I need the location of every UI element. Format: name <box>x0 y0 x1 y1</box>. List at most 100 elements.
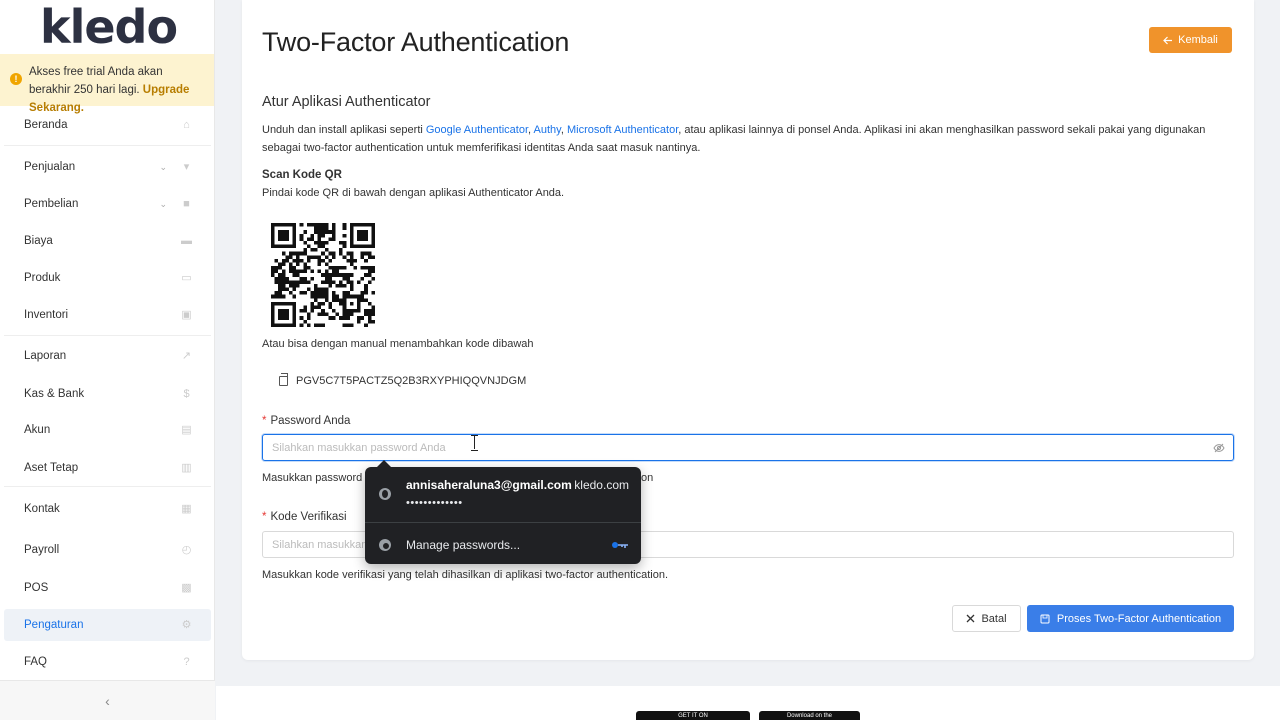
password-label: * Password Anda <box>262 415 350 427</box>
sidebar-item-label: Biaya <box>24 235 53 247</box>
password-input[interactable]: Silahkan masukkan password Anda <box>262 434 1234 461</box>
sidebar-item-payroll[interactable]: Payroll ◴ <box>4 534 211 566</box>
sidebar-item-label: Payroll <box>24 544 60 556</box>
sidebar-item-label: Penjualan <box>24 161 76 173</box>
cancel-button-label: Batal <box>981 612 1007 625</box>
eye-hidden-icon[interactable] <box>1213 442 1225 454</box>
home-icon: ⌂ <box>183 118 190 131</box>
process-2fa-button[interactable]: Proses Two-Factor Authentication <box>1027 605 1234 632</box>
password-autofill-popup: annisaheraluna3@gmail.com kledo.com ••••… <box>365 460 641 564</box>
manage-passwords-link[interactable]: Manage passwords... <box>406 538 520 552</box>
verification-help: Masukkan kode verifikasi yang telah diha… <box>262 569 668 581</box>
sidebar-item-beranda[interactable]: Beranda ⌂ <box>4 109 211 141</box>
masked-password: ••••••••••••• <box>406 497 463 509</box>
desc-text-1: Unduh dan install aplikasi seperti <box>262 124 426 136</box>
saved-credential-option[interactable]: annisaheraluna3@gmail.com kledo.com ••••… <box>365 467 641 522</box>
inventory-icon: ▣ <box>181 308 192 321</box>
authy-link[interactable]: Authy <box>534 124 561 136</box>
kledo-logo[interactable]: kledo <box>0 0 214 54</box>
popup-divider <box>365 522 641 523</box>
password-placeholder: Silahkan masukkan password Anda <box>272 441 446 454</box>
password-help-tail: on <box>641 472 654 484</box>
password-label-text: Password Anda <box>270 415 351 427</box>
sidebar-item-faq[interactable]: FAQ? <box>4 646 211 678</box>
app-store-badge[interactable]: Download on the <box>759 711 860 720</box>
required-mark: * <box>262 415 267 427</box>
chevron-left-icon: ‹ <box>105 692 110 709</box>
account-icon: ▤ <box>181 423 192 436</box>
sidebar-item-kas-bank[interactable]: Kas & Bank $ <box>4 378 211 410</box>
dollar-icon: $ <box>183 387 190 400</box>
close-icon <box>966 614 975 623</box>
cancel-button[interactable]: Batal <box>952 605 1021 632</box>
pos-icon: ▩ <box>181 581 192 594</box>
chevron-down-icon: ⌄ <box>159 198 167 209</box>
secret-code-row[interactable]: PGV5C7T5PACTZ5Q2B3RXYPHIQQVNJDGM <box>279 373 527 387</box>
copy-icon[interactable] <box>279 373 288 386</box>
microsoft-authenticator-link[interactable]: Microsoft Authenticator <box>567 124 678 136</box>
chrome-icon <box>379 539 391 551</box>
manual-code-hint: Atau bisa dengan manual menambahkan kode… <box>262 338 534 350</box>
sidebar-item-inventori[interactable]: Inventori ▣ <box>4 299 211 331</box>
chevron-down-icon: ⌄ <box>159 161 167 172</box>
sidebar-item-kontak[interactable]: Kontak ▦ <box>4 493 211 525</box>
saved-email: annisaheraluna3@gmail.com <box>406 478 572 492</box>
sidebar-item-produk[interactable]: Produk ▭ <box>4 262 211 294</box>
building-icon: ▥ <box>181 461 192 474</box>
settings-icon: ⚙ <box>181 618 192 631</box>
sidebar-item-penjualan[interactable]: Penjualan ⌄ ▾ <box>4 151 211 183</box>
password-help-start: Masukkan password <box>262 472 363 484</box>
sidebar-divider <box>4 335 211 336</box>
password-help: Masukkan password <box>262 472 362 484</box>
authenticator-description: Unduh dan install aplikasi seperti Googl… <box>262 121 1222 157</box>
text-cursor <box>471 435 478 451</box>
card-icon: ▬ <box>181 234 192 247</box>
sidebar: kledo ! Akses free trial Anda akan berak… <box>0 0 215 720</box>
process-2fa-button-label: Proses Two-Factor Authentication <box>1056 612 1222 625</box>
google-authenticator-link[interactable]: Google Authenticator <box>426 124 528 136</box>
sidebar-item-label: Pengaturan <box>24 619 84 631</box>
footer: GET IT ON Download on the <box>216 686 1280 720</box>
box-icon: ▭ <box>181 271 192 284</box>
key-icon <box>612 542 628 548</box>
verification-placeholder: Silahkan masukkan <box>272 538 368 551</box>
trial-banner: ! Akses free trial Anda akan berakhir 25… <box>0 54 214 114</box>
sidebar-divider <box>4 486 211 487</box>
basket-icon: ▾ <box>183 160 190 173</box>
scan-qr-title: Scan Kode QR <box>262 169 342 181</box>
question-icon: ? <box>183 655 190 668</box>
sidebar-item-label: Inventori <box>24 309 69 321</box>
sidebar-item-laporan[interactable]: Laporan ↗ <box>4 340 211 372</box>
sidebar-item-label: FAQ <box>24 656 48 668</box>
sidebar-divider <box>4 145 211 146</box>
section-title: Atur Aplikasi Authenticator <box>262 94 431 110</box>
payroll-icon: ◴ <box>181 543 192 556</box>
sidebar-item-label: Beranda <box>24 119 68 131</box>
sidebar-item-label: Pembelian <box>24 198 79 210</box>
scan-qr-description: Pindai kode QR di bawah dengan aplikasi … <box>262 187 565 199</box>
sidebar-item-label: Produk <box>24 272 61 284</box>
verification-label-text: Kode Verifikasi <box>270 511 347 523</box>
qr-code <box>271 223 375 327</box>
verification-label: * Kode Verifikasi <box>262 511 347 523</box>
back-button[interactable]: Kembali <box>1149 27 1232 53</box>
sidebar-item-label: Laporan <box>24 350 67 362</box>
sidebar-item-label: Aset Tetap <box>24 462 79 474</box>
sidebar-item-pembelian[interactable]: Pembelian ⌄ ■ <box>4 188 211 220</box>
sidebar-item-akun[interactable]: Akun ▤ <box>4 414 211 446</box>
warning-icon: ! <box>10 73 22 85</box>
secret-code: PGV5C7T5PACTZ5Q2B3RXYPHIQQVNJDGM <box>296 375 527 387</box>
google-play-badge[interactable]: GET IT ON <box>636 711 750 720</box>
sidebar-item-pos[interactable]: POS ▩ <box>4 572 211 604</box>
sidebar-item-pengaturan[interactable]: Pengaturan ⚙ <box>4 609 211 641</box>
sidebar-item-biaya[interactable]: Biaya ▬ <box>4 225 211 257</box>
sidebar-item-aset-tetap[interactable]: Aset Tetap ▥ <box>4 452 211 484</box>
back-button-label: Kembali <box>1178 34 1218 46</box>
collapse-sidebar-button[interactable]: ‹ <box>0 680 215 720</box>
contact-icon: ▦ <box>181 502 192 515</box>
chart-icon: ↗ <box>181 349 192 362</box>
sidebar-item-label: Kas & Bank <box>24 388 85 400</box>
globe-icon <box>379 488 391 500</box>
page-title: Two-Factor Authentication <box>262 27 570 57</box>
sidebar-item-label: Kontak <box>24 503 60 515</box>
